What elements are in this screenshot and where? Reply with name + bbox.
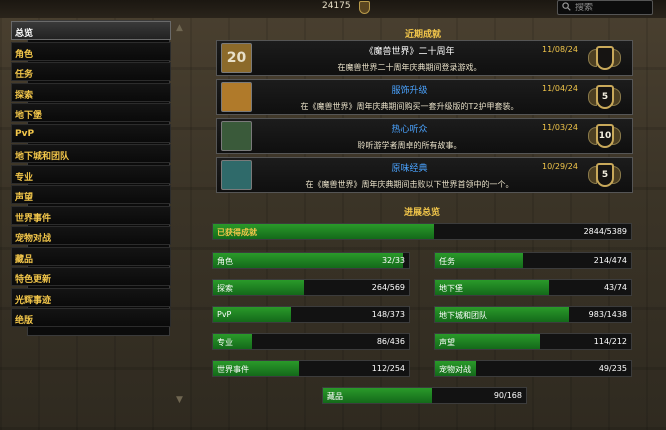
- total-progress-bar[interactable]: 已获得成就 2844/5389: [212, 223, 632, 240]
- sidebar-item[interactable]: 角色: [11, 41, 171, 61]
- twenty-anniversary-icon: 20: [221, 43, 252, 73]
- achievement-date: 11/08/24: [542, 45, 578, 54]
- progress-label: 探索: [217, 284, 233, 293]
- progress-label: 声望: [439, 338, 455, 347]
- sidebar-item[interactable]: 声望: [11, 185, 171, 204]
- progress-value: 32/33: [381, 256, 405, 265]
- sidebar-item[interactable]: 专业: [11, 164, 171, 184]
- search-icon: [562, 1, 571, 14]
- achievement-description: 在魔兽世界二十周年庆典期间登录游戏。: [337, 63, 482, 72]
- armor-set-icon: [221, 82, 252, 112]
- sidebar-item[interactable]: 地下堡: [11, 103, 171, 122]
- top-bar: 24175: [0, 0, 666, 18]
- progress-label: 角色: [217, 257, 233, 266]
- progress-label: 藏品: [327, 392, 343, 401]
- book-icon: [221, 121, 252, 151]
- progress-value: 43/74: [603, 283, 627, 292]
- achievement-points: 5: [596, 85, 614, 109]
- sidebar-item[interactable]: 世界事件: [11, 205, 171, 225]
- progress-overview-title: 进展总览: [404, 208, 441, 218]
- recent-achievement-row[interactable]: 热心听众聆听游学者周卓的所有故事。 11/03/24 10: [216, 118, 633, 154]
- sidebar-item[interactable]: 宠物对战: [11, 226, 171, 245]
- achievement-shield-icon: [359, 1, 370, 14]
- sidebar-item[interactable]: 绝版: [11, 308, 171, 327]
- category-progress-bar[interactable]: 藏品 90/168: [322, 387, 527, 404]
- progress-label: 地下堡: [439, 284, 463, 293]
- achievement-points-badge-icon: 10: [587, 119, 621, 155]
- achievement-description: 在《魔兽世界》周年庆典期间击败以下世界首领中的一个。: [305, 180, 514, 189]
- category-progress-bar[interactable]: 声望 114/212: [434, 333, 632, 350]
- progress-value: 983/1438: [588, 310, 627, 319]
- scroll-up-icon[interactable]: ▲: [176, 23, 189, 33]
- achievement-description: 聆听游学者周卓的所有故事。: [357, 141, 462, 150]
- progress-value: 90/168: [493, 391, 522, 400]
- achievement-title: 热心听众: [391, 125, 428, 135]
- achievement-points-badge-icon: 5: [587, 80, 621, 116]
- category-progress-bar[interactable]: PvP 148/373: [212, 306, 410, 323]
- scroll-down-icon[interactable]: ▼: [176, 395, 189, 405]
- category-progress-bar[interactable]: 专业 86/436: [212, 333, 410, 350]
- achievement-date: 10/29/24: [542, 162, 578, 171]
- recent-achievement-row[interactable]: 20 《魔兽世界》二十周年在魔兽世界二十周年庆典期间登录游戏。 11/08/24: [216, 40, 633, 76]
- search-box[interactable]: [557, 0, 653, 15]
- recent-achievements-title: 近期成就: [405, 30, 442, 40]
- progress-label: 世界事件: [217, 365, 249, 374]
- progress-value: 86/436: [376, 337, 405, 346]
- category-progress-bar[interactable]: 任务 214/474: [434, 252, 632, 269]
- progress-label: PvP: [217, 310, 232, 319]
- sidebar-item[interactable]: 特色更新: [11, 267, 171, 286]
- dragon-icon: [221, 160, 252, 190]
- recent-achievement-row[interactable]: 原味经典在《魔兽世界》周年庆典期间击败以下世界首领中的一个。 10/29/24 5: [216, 157, 633, 193]
- category-progress-bar[interactable]: 世界事件 112/254: [212, 360, 410, 377]
- recent-achievement-row[interactable]: 服饰升级在《魔兽世界》周年庆典期间购买一套升级版的T2护甲套装。 11/04/24…: [216, 79, 633, 115]
- achievement-points: 10: [596, 124, 614, 148]
- achievement-points-badge-icon: 5: [587, 158, 621, 194]
- category-progress-bar[interactable]: 角色 32/33: [212, 252, 410, 269]
- sidebar-item[interactable]: 藏品: [11, 246, 171, 266]
- search-input[interactable]: [575, 2, 635, 13]
- category-progress-bar[interactable]: 宠物对战 49/235: [434, 360, 632, 377]
- progress-label: 专业: [217, 338, 233, 347]
- progress-value: 114/212: [593, 337, 627, 346]
- achievement-points-badge-icon: [587, 41, 621, 77]
- achievement-title: 《魔兽世界》二十周年: [364, 47, 455, 57]
- achievement-points: 24175: [322, 1, 351, 11]
- progress-value: 214/474: [593, 256, 627, 265]
- achievement-date: 11/04/24: [542, 84, 578, 93]
- achievement-title: 服饰升级: [391, 86, 428, 96]
- progress-value: 2844/5389: [583, 227, 627, 236]
- progress-fill: [213, 253, 404, 268]
- achievement-title: 原味经典: [391, 164, 428, 174]
- progress-value: 112/254: [371, 364, 405, 373]
- progress-value: 49/235: [598, 364, 627, 373]
- progress-label: 地下城和团队: [439, 311, 487, 320]
- progress-label: 宠物对战: [439, 365, 471, 374]
- achievement-date: 11/03/24: [542, 123, 578, 132]
- sidebar-item[interactable]: PvP: [11, 123, 171, 143]
- sidebar-item[interactable]: 地下城和团队: [11, 144, 171, 163]
- sidebar-item[interactable]: 总览: [11, 21, 171, 40]
- progress-value: 264/569: [371, 283, 405, 292]
- sidebar-item[interactable]: 光辉事迹: [11, 287, 171, 307]
- category-progress-bar[interactable]: 地下城和团队 983/1438: [434, 306, 632, 323]
- category-progress-bar[interactable]: 地下堡 43/74: [434, 279, 632, 296]
- achievement-description: 在《魔兽世界》周年庆典期间购买一套升级版的T2护甲套装。: [300, 102, 519, 111]
- sidebar-item[interactable]: 任务: [11, 62, 171, 81]
- category-progress-bar[interactable]: 探索 264/569: [212, 279, 410, 296]
- progress-label: 任务: [439, 257, 455, 266]
- progress-label: 已获得成就: [217, 228, 257, 237]
- achievement-points: 5: [596, 163, 614, 187]
- sidebar-item[interactable]: 探索: [11, 82, 171, 102]
- achievement-points: [596, 46, 614, 70]
- progress-value: 148/373: [371, 310, 405, 319]
